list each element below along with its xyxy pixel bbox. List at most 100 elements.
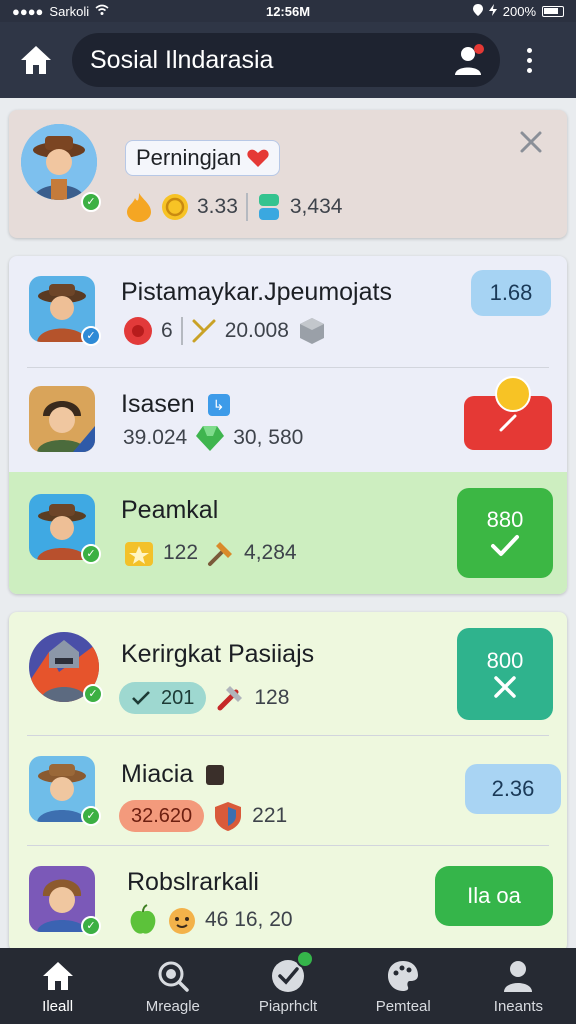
nav-label: Ineants [493,997,544,1015]
verified-icon: ✓ [83,684,103,704]
clock: 12:56M [265,3,311,19]
featured-name-tag: Perningjan [125,140,281,176]
featured-card[interactable]: ✓ Perningjan 3.33 3,434 [9,110,567,238]
stat-a: 32.620 [119,800,205,832]
title-bar[interactable]: Sosial Ilndarasia [72,33,500,87]
list-item[interactable]: ✓ Robslrarkali 46 16, 20 Ila oa [9,846,567,952]
heart-icon [247,149,269,167]
sword-icon [192,319,216,343]
verified-icon: ✓ [81,544,101,564]
featured-stat-2: 3,434 [289,195,343,218]
hammer-icon [208,542,233,566]
player-stats: 39.024 30, 580 [123,424,303,452]
player-name: Peamkal [121,496,219,524]
list-item[interactable]: ✓ Kerirgkat Pasiiajs 201 128 800 [9,612,567,736]
stat-divider [180,317,183,345]
stat-b: 128 [254,686,290,709]
check-small-icon [132,691,150,705]
join-label: Ila oa [467,883,521,908]
list-item[interactable]: ✓ Pistamaykar.Jpeumojats 6 20.008 1.68 [9,256,567,368]
nav-home[interactable]: Ileall [0,948,115,1024]
nav-label: Ileall [42,997,74,1015]
nav-label: Mreagle [145,997,200,1015]
join-button[interactable]: Ila oa [435,866,553,926]
nav-label: Pemteal [375,997,431,1015]
close-button[interactable] [515,126,547,158]
notification-dot [474,44,484,54]
palette-icon [388,960,419,991]
avatar [29,386,95,452]
avatar [21,124,97,200]
nav-messages[interactable]: Mreagle [115,948,230,1024]
apple-icon [130,904,156,934]
nav-label: Piaprhclt [258,997,318,1015]
player-stats: 46 16, 20 [127,904,293,936]
player-name-row: Miacia [121,760,225,789]
player-stats: 6 20.008 [123,316,327,346]
verified-icon: ✓ [81,916,101,936]
score-button[interactable]: 1.68 [471,270,551,316]
stat-b: 221 [252,804,288,827]
emerald-icon [196,426,225,451]
stat-a: 6 [161,319,173,342]
star-icon [125,542,153,566]
stat-a: 39.024 [123,426,188,449]
reject-label: 800 [486,648,524,673]
face-icon [169,908,195,934]
stat-divider [245,193,248,221]
nav-community[interactable]: Pemteal [346,948,461,1024]
nav-profile[interactable]: Ineants [461,948,576,1024]
nav-play[interactable]: Piaprhclt [230,948,345,1024]
pin-icon: ↳ [207,394,230,417]
home-button[interactable] [14,38,58,82]
shield-icon [215,802,242,831]
fire-icon [127,193,151,222]
close-icon [494,676,516,698]
player-name: Pistamaykar.Jpeumojats [121,278,392,306]
verified-icon: ✓ [81,806,101,826]
stat-b: 20.008 [224,319,289,342]
confirm-button[interactable]: 880 [457,488,553,578]
stat-a: 201 [161,686,195,709]
wifi-icon [95,4,109,19]
player-stats: 201 128 [119,682,289,714]
player-name: Miacia [121,760,194,788]
app-bar: Sosial Ilndarasia [0,22,576,98]
badge-icon [296,949,314,968]
featured-name: Perningjan [136,145,242,170]
stat-a: 122 [163,541,199,564]
check-icon [491,535,519,556]
list-item-selected[interactable]: ✓ Peamkal 122 4,284 880 [9,472,567,594]
search-chat-icon [158,961,189,992]
carrier-label: Sarkoli [49,3,90,19]
featured-stats: 3.33 3,434 [125,192,342,222]
bolt-icon [488,3,497,19]
stat-b: 4,284 [244,541,297,564]
profile-button[interactable] [446,38,490,82]
stat-a: 46 16, 20 [205,908,293,931]
player-name: Isasen [121,390,195,418]
reject-button[interactable]: 800 [457,628,553,720]
score-label: 2.36 [491,776,535,801]
tag-icon [206,765,225,786]
user-icon [504,960,533,992]
player-list-1: ✓ Pistamaykar.Jpeumojats 6 20.008 1.68 I… [9,256,567,594]
status-bar: ●●●● Sarkoli 12:56M 200% [0,0,576,22]
battery-label: 200% [502,3,536,19]
signal-icon: ●●●● [12,3,44,19]
location-icon [472,3,483,19]
home-icon [42,961,73,990]
featured-stat-1: 3.33 [197,195,238,218]
list-item[interactable]: Isasen ↳ 39.024 30, 580 [9,368,567,472]
bottom-navigation: Ileall Mreagle Piaprhclt Pemteal Ineants [0,948,576,1024]
score-button[interactable]: 2.36 [465,764,561,814]
page-title: Sosial Ilndarasia [90,45,274,74]
home-icon [21,46,51,74]
player-name-row: Isasen ↳ [121,390,230,419]
list-item[interactable]: ✓ Miacia 32.620 221 2.36 [9,736,567,846]
close-icon [520,131,542,153]
slash-icon [499,414,517,432]
gem-icon [258,194,279,220]
more-options-button[interactable] [514,38,544,82]
verified-icon: ✓ [81,192,101,212]
